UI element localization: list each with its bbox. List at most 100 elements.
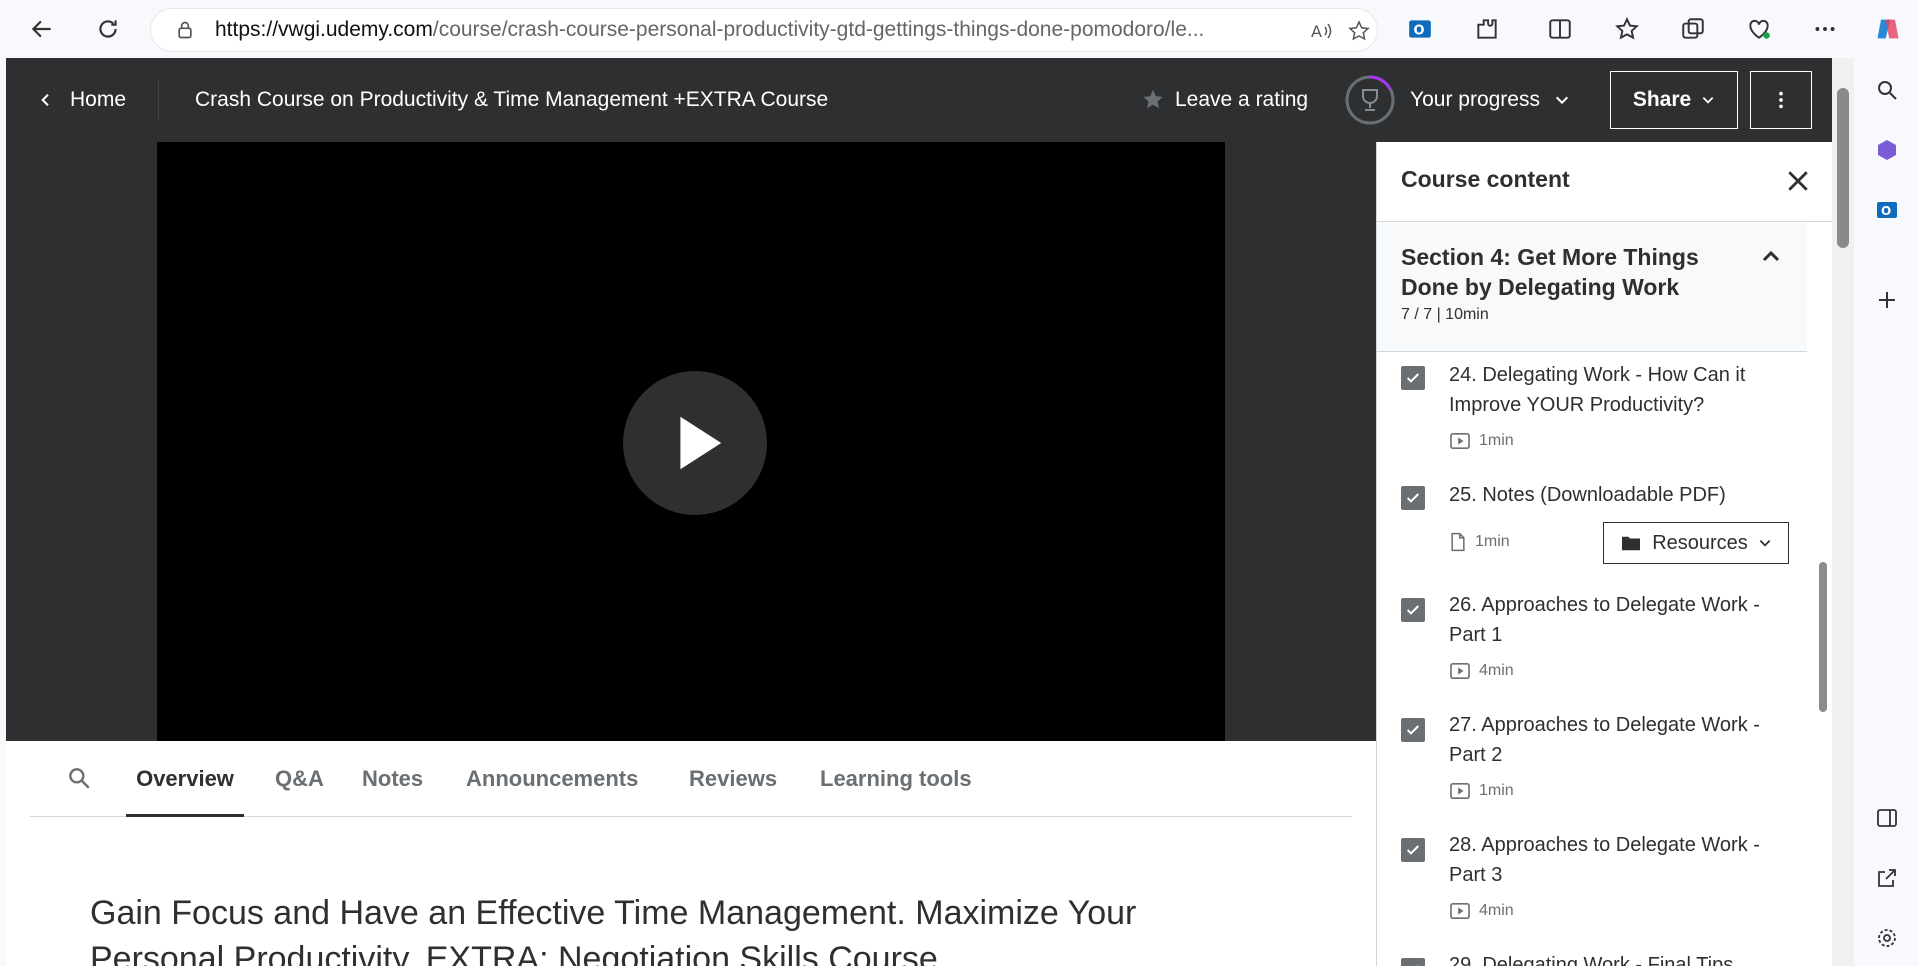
lesson-item[interactable]: 29. Delegating Work - Final Tips [1377, 942, 1807, 966]
lesson-meta: 4min [1449, 662, 1514, 680]
sidebar-toggle-icon[interactable] [1873, 804, 1901, 832]
lesson-title: 28. Approaches to Delegate Work - Part 3 [1449, 834, 1760, 886]
completed-checkbox[interactable] [1401, 366, 1425, 390]
completed-checkbox[interactable] [1401, 718, 1425, 742]
header-divider [158, 80, 159, 120]
address-bar[interactable]: https://vwgi.udemy.com/course/crash-cour… [150, 8, 1378, 52]
completed-checkbox[interactable] [1401, 598, 1425, 622]
favorites-icon[interactable] [1613, 15, 1641, 43]
copilot-icon[interactable] [1874, 15, 1902, 43]
home-link[interactable]: Home [38, 58, 126, 142]
kebab-icon [1779, 91, 1783, 109]
split-screen-icon[interactable] [1546, 15, 1574, 43]
file-icon [1451, 532, 1465, 552]
chevron-left-icon [41, 93, 49, 107]
url-text[interactable]: https://vwgi.udemy.com/course/crash-cour… [215, 18, 1245, 42]
sidebar-scrollbar[interactable] [1817, 242, 1829, 966]
search-icon[interactable] [66, 765, 92, 791]
health-icon[interactable] [1745, 15, 1773, 43]
lesson-item[interactable]: 26. Approaches to Delegate Work - Part 1… [1377, 582, 1807, 702]
lesson-meta: 1min [1449, 782, 1514, 800]
course-tabs: Overview Q&A Notes Announcements Reviews… [30, 741, 1352, 817]
share-label: Share [1632, 88, 1692, 111]
svg-text:O: O [1881, 204, 1891, 218]
chevron-up-icon[interactable] [1759, 244, 1783, 268]
lesson-title: 29. Delegating Work - Final Tips [1449, 954, 1734, 966]
tab-reviews[interactable]: Reviews [689, 741, 777, 817]
video-icon [1450, 432, 1470, 450]
search-icon[interactable] [1873, 76, 1901, 104]
tab-learning-tools[interactable]: Learning tools [820, 741, 972, 817]
progress-button[interactable]: Your progress [1344, 58, 1570, 142]
course-title[interactable]: Crash Course on Productivity & Time Mana… [195, 58, 828, 142]
more-menu-icon[interactable] [1811, 15, 1839, 43]
edge-sidebar: O [1856, 58, 1918, 966]
video-area [6, 142, 1376, 741]
scrollbar-thumb[interactable] [1819, 562, 1827, 712]
extensions-icon[interactable] [1473, 15, 1501, 43]
lesson-title: 27. Approaches to Delegate Work - Part 2 [1449, 714, 1760, 766]
video-icon [1450, 782, 1470, 800]
resources-button[interactable]: Resources [1603, 522, 1789, 564]
star-icon [1143, 90, 1163, 109]
leave-rating-button[interactable]: Leave a rating [1141, 58, 1308, 142]
lesson-duration: 1min [1479, 432, 1514, 449]
favorite-star-icon[interactable] [1347, 19, 1371, 43]
course-content-sidebar: Course content Section 4: Get More Thing… [1376, 142, 1832, 966]
lesson-item[interactable]: 28. Approaches to Delegate Work - Part 3… [1377, 822, 1807, 942]
course-headline: Gain Focus and Have an Effective Time Ma… [90, 894, 1137, 966]
sidebar-title: Course content [1401, 166, 1570, 192]
copilot-sidebar-icon[interactable] [1873, 136, 1901, 164]
progress-label: Your progress [1410, 88, 1540, 111]
lesson-meta: 1min [1449, 532, 1510, 552]
lesson-item[interactable]: 25. Notes (Downloadable PDF) 1min Resour… [1377, 472, 1807, 582]
play-button[interactable] [623, 371, 767, 515]
tab-notes[interactable]: Notes [362, 741, 423, 817]
sidebar-header: Course content [1377, 142, 1832, 222]
completed-checkbox[interactable] [1401, 958, 1425, 966]
home-label: Home [70, 88, 127, 111]
lesson-item[interactable]: 27. Approaches to Delegate Work - Part 2… [1377, 702, 1807, 822]
page-scrollbar[interactable] [1832, 58, 1854, 966]
trophy-icon [1345, 75, 1395, 125]
share-button[interactable]: Share [1610, 71, 1738, 129]
outlook-extension-icon[interactable]: O [1406, 15, 1434, 43]
lesson-duration: 1min [1479, 782, 1514, 799]
collections-icon[interactable] [1679, 15, 1707, 43]
more-options-button[interactable] [1750, 71, 1812, 129]
tab-overview[interactable]: Overview [126, 741, 244, 817]
outlook-sidebar-icon[interactable]: O [1873, 196, 1901, 224]
add-icon[interactable] [1873, 286, 1901, 314]
lesson-item[interactable]: 24. Delegating Work - How Can it Improve… [1377, 352, 1807, 472]
section-meta: 7 / 7 | 10min [1401, 306, 1489, 323]
chevron-down-icon [1555, 96, 1569, 105]
lesson-meta: 4min [1449, 902, 1514, 920]
completed-checkbox[interactable] [1401, 486, 1425, 510]
lesson-title: 25. Notes (Downloadable PDF) [1449, 484, 1726, 506]
course-header: Home Crash Course on Productivity & Time… [6, 58, 1832, 142]
video-icon [1450, 662, 1470, 680]
read-aloud-icon[interactable]: A [1309, 19, 1333, 43]
open-external-icon[interactable] [1873, 864, 1901, 892]
lock-icon[interactable] [175, 20, 195, 40]
page-scrollbar-thumb[interactable] [1837, 88, 1849, 248]
play-icon [680, 416, 722, 470]
udemy-page: Home Crash Course on Productivity & Time… [6, 58, 1832, 966]
resources-label: Resources [1652, 531, 1748, 554]
lesson-duration: 1min [1475, 533, 1510, 550]
svg-text:A: A [1311, 22, 1322, 41]
completed-checkbox[interactable] [1401, 838, 1425, 862]
video-player[interactable] [157, 142, 1225, 741]
folder-icon [1622, 536, 1641, 551]
tab-qa[interactable]: Q&A [275, 741, 324, 817]
back-icon[interactable] [24, 11, 60, 47]
svg-text:O: O [1414, 23, 1425, 38]
section-header[interactable]: Section 4: Get More Things Done by Deleg… [1377, 222, 1807, 352]
tab-announcements[interactable]: Announcements [466, 741, 638, 817]
close-icon[interactable] [1783, 166, 1813, 196]
settings-gear-icon[interactable] [1873, 924, 1901, 952]
lesson-meta: 1min [1449, 432, 1514, 450]
video-icon [1450, 902, 1470, 920]
reload-icon[interactable] [90, 11, 126, 47]
lesson-title: 24. Delegating Work - How Can it Improve… [1449, 364, 1746, 416]
